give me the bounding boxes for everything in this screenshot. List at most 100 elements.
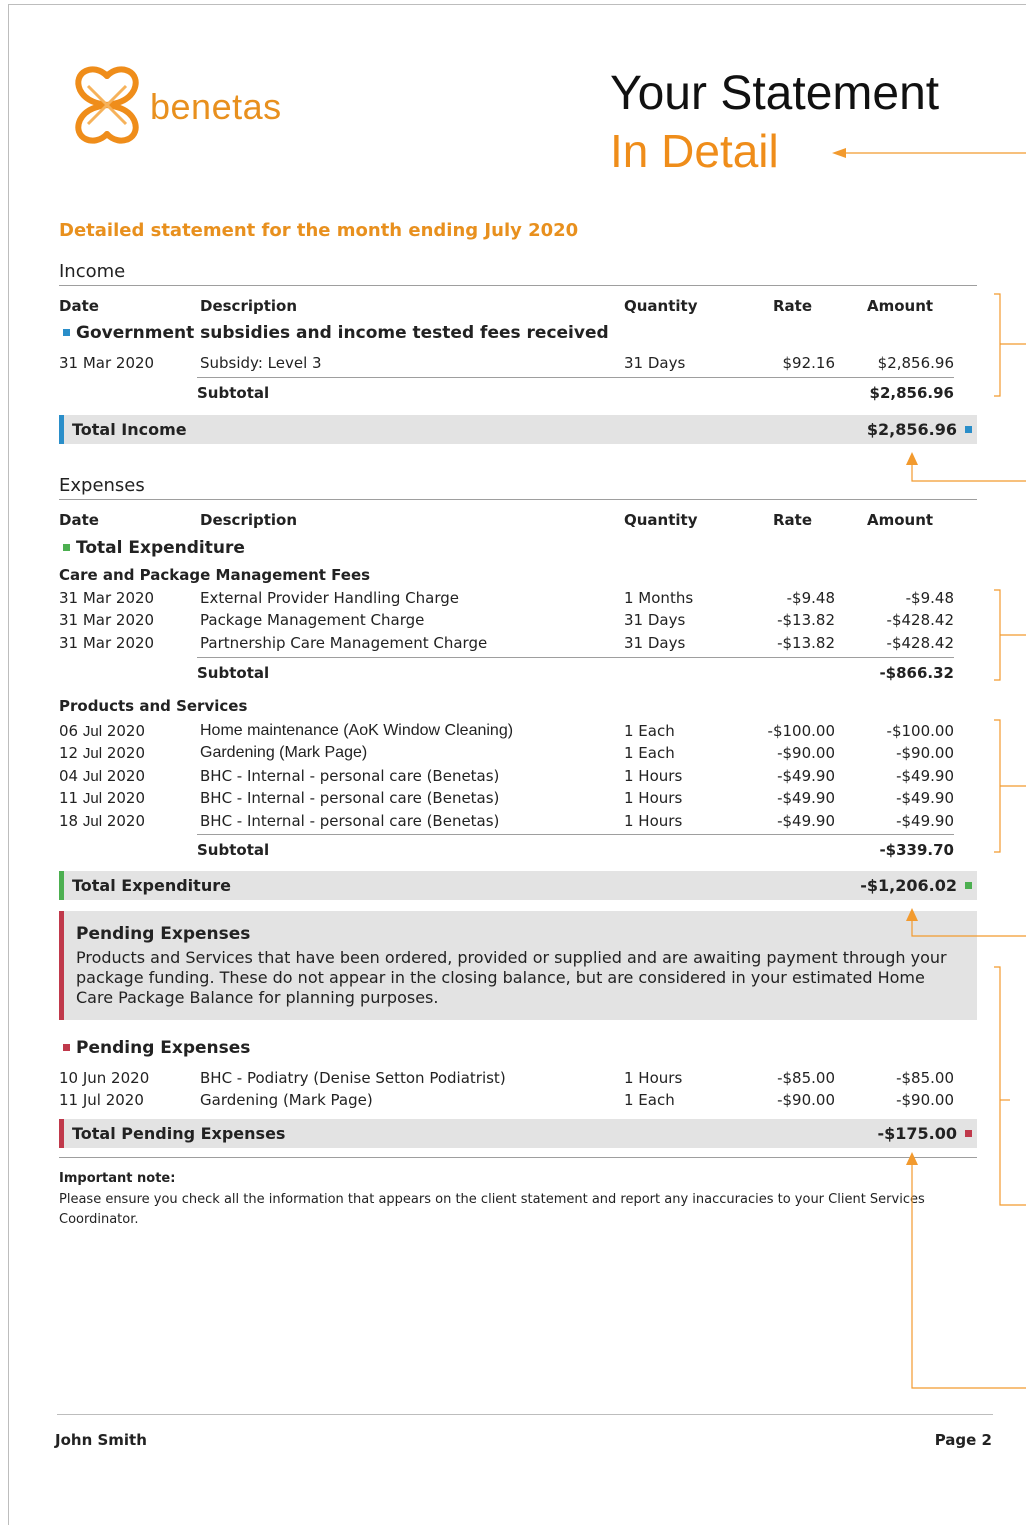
- page-title-line2: In Detail: [610, 125, 779, 177]
- income-subtotal-label: Subtotal: [197, 384, 270, 402]
- row-amount: -$100.00: [886, 722, 954, 740]
- row-description: Home maintenance (AoK Window Cleaning): [200, 722, 514, 739]
- row-quantity: 31 Days: [624, 611, 686, 629]
- col-header-quantity: Quantity: [624, 297, 698, 315]
- row-rate: -$13.82: [777, 611, 835, 629]
- row-date: 18 Jul 2020: [59, 812, 146, 830]
- expenses-category: Total Expenditure: [63, 538, 245, 558]
- square-marker-icon: [965, 1130, 972, 1137]
- row-quantity: 1 Hours: [624, 789, 683, 807]
- total-expenditure-value: -$1,206.02: [860, 876, 957, 895]
- row-amount: -$85.00: [896, 1069, 954, 1087]
- pending-category-label: Pending Expenses: [76, 1038, 251, 1058]
- row-rate: -$90.00: [777, 744, 835, 762]
- pending-info-text: Products and Services that have been ord…: [76, 948, 947, 1007]
- income-category: Government subsidies and income tested f…: [63, 323, 609, 343]
- row-date: 11 Jul 2020: [59, 1091, 144, 1109]
- logo-wordmark: benetas: [150, 86, 282, 127]
- row-rate: -$49.90: [777, 789, 835, 807]
- total-expenditure-bar: Total Expenditure -$1,206.02: [59, 871, 977, 900]
- row-date: 12 Jul 2020: [59, 744, 146, 762]
- total-pending-value: -$175.00: [877, 1124, 957, 1143]
- footer-page-number: Page 2: [934, 1431, 992, 1449]
- row-amount: -$90.00: [896, 1091, 954, 1109]
- row-description: Package Management Charge: [200, 611, 425, 629]
- col-header-rate: Rate: [773, 297, 813, 315]
- row-rate: $92.16: [782, 354, 836, 372]
- total-income-accent: [59, 415, 64, 444]
- row-description: BHC - Internal - personal care (Benetas): [200, 812, 500, 830]
- row-quantity: 1 Each: [624, 1091, 675, 1109]
- square-marker-icon: [63, 544, 70, 551]
- row-description: External Provider Handling Charge: [200, 589, 459, 607]
- products-subtotal-value: -$339.70: [879, 841, 954, 859]
- row-amount: -$428.42: [886, 634, 954, 652]
- income-rule: [59, 285, 977, 286]
- expenses-rule: [59, 499, 977, 500]
- row-date: 31 Mar 2020: [59, 611, 155, 629]
- row-description: BHC - Podiatry (Denise Setton Podiatrist…: [200, 1069, 506, 1087]
- row-date: 06 Jul 2020: [59, 722, 146, 740]
- income-section-label: Income: [59, 261, 126, 282]
- row-date: 04 Jul 2020: [59, 767, 146, 785]
- care-subtotal-label: Subtotal: [197, 664, 270, 682]
- products-subtotal-rule: [197, 834, 954, 835]
- pending-info-box: Pending Expenses Products and Services t…: [59, 911, 977, 1020]
- total-pending-accent: [59, 1119, 64, 1148]
- col-header-description: Description: [200, 297, 298, 315]
- row-amount: -$90.00: [896, 744, 954, 762]
- products-subtotal-label: Subtotal: [197, 841, 270, 859]
- total-pending-bar: Total Pending Expenses -$175.00: [59, 1119, 977, 1148]
- important-note-text: Please ensure you check all the informat…: [59, 1192, 925, 1227]
- square-marker-icon: [63, 1044, 70, 1051]
- col-header-quantity: Quantity: [624, 511, 698, 529]
- page-title-line1: Your Statement: [610, 67, 940, 120]
- row-quantity: 31 Days: [624, 354, 686, 372]
- row-quantity: 1 Hours: [624, 1069, 683, 1087]
- row-rate: -$49.90: [777, 767, 835, 785]
- total-expenditure-label: Total Expenditure: [72, 876, 231, 895]
- row-date: 31 Mar 2020: [59, 634, 155, 652]
- square-marker-icon: [965, 882, 972, 889]
- row-description: BHC - Internal - personal care (Benetas): [200, 789, 500, 807]
- total-expenditure-accent: [59, 871, 64, 900]
- row-quantity: 1 Hours: [624, 812, 683, 830]
- expenses-section-label: Expenses: [59, 475, 145, 496]
- products-group-title: Products and Services: [59, 697, 248, 715]
- row-date: 31 Mar 2020: [59, 589, 155, 607]
- income-subtotal-value: $2,856.96: [869, 384, 954, 402]
- expenses-category-label: Total Expenditure: [76, 538, 245, 558]
- total-income-value: $2,856.96: [866, 420, 957, 439]
- statement-heading: Detailed statement for the month ending …: [59, 220, 579, 241]
- row-rate: -$13.82: [777, 634, 835, 652]
- row-amount: -$49.90: [896, 767, 954, 785]
- total-income-bar: Total Income $2,856.96: [59, 415, 977, 444]
- row-description: Subsidy: Level 3: [200, 354, 322, 372]
- total-income-label: Total Income: [72, 420, 187, 439]
- col-header-rate: Rate: [773, 511, 813, 529]
- care-subtotal-rule: [197, 657, 954, 658]
- total-pending-label: Total Pending Expenses: [72, 1124, 286, 1143]
- col-header-amount: Amount: [867, 297, 934, 315]
- row-rate: -$9.48: [786, 589, 835, 607]
- row-quantity: 31 Days: [624, 634, 686, 652]
- col-header-amount: Amount: [867, 511, 934, 529]
- row-amount: $2,856.96: [877, 354, 954, 372]
- pending-info-title: Pending Expenses: [76, 924, 251, 944]
- pending-bottom-rule: [59, 1157, 977, 1158]
- row-amount: -$49.90: [896, 812, 954, 830]
- col-header-date: Date: [59, 297, 99, 315]
- row-description: Gardening (Mark Page): [200, 744, 368, 761]
- square-marker-icon: [63, 329, 70, 336]
- row-rate: -$90.00: [777, 1091, 835, 1109]
- row-rate: -$49.90: [777, 812, 835, 830]
- row-quantity: 1 Hours: [624, 767, 683, 785]
- care-subtotal-value: -$866.32: [879, 664, 954, 682]
- important-note-title: Important note:: [59, 1171, 176, 1186]
- benetas-logo: benetas: [66, 64, 296, 144]
- row-date: 31 Mar 2020: [59, 354, 155, 372]
- square-marker-icon: [965, 426, 972, 433]
- care-group-title: Care and Package Management Fees: [59, 566, 371, 584]
- pending-info-accent: [59, 911, 64, 1020]
- pending-category: Pending Expenses: [63, 1038, 250, 1058]
